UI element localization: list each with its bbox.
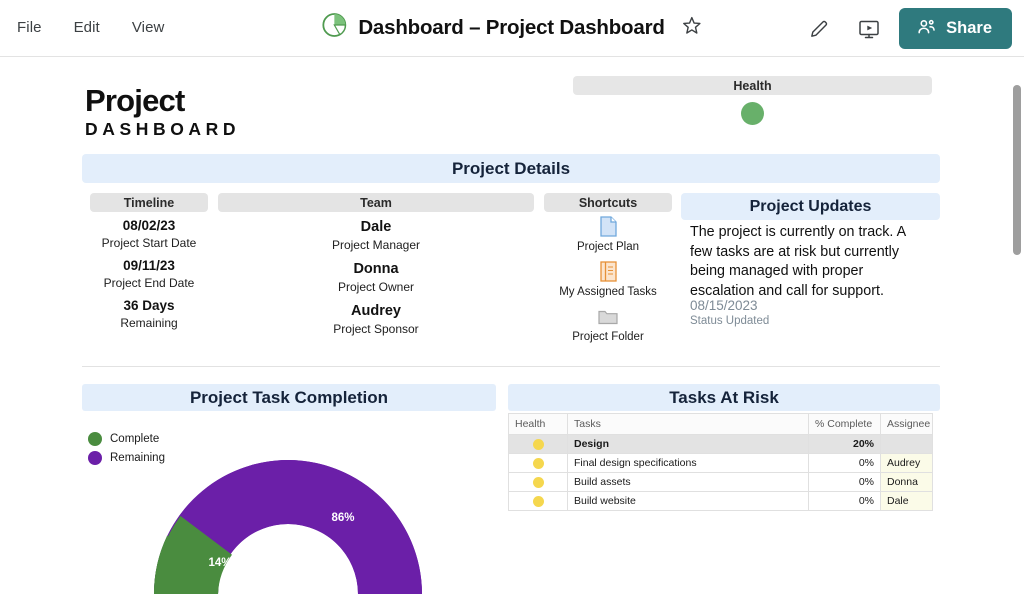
section-divider (82, 366, 940, 367)
cell-task: Design (568, 435, 809, 454)
star-outline-icon[interactable] (682, 15, 703, 41)
tasks-at-risk-table: Health Tasks % Complete Assignee Design2… (508, 413, 933, 511)
gauge-label-remaining: 86% (331, 512, 354, 524)
cell-task: Final design specifications (568, 454, 809, 473)
brand-block: Project DASHBOARD (85, 84, 240, 140)
gauge-label-complete: 14% (208, 557, 231, 569)
menu-bar: File Edit View (14, 17, 167, 38)
health-dot-icon (533, 477, 544, 488)
share-label: Share (946, 19, 992, 38)
team-column: Dale Project Manager Donna Project Owner… (218, 217, 534, 343)
scrollbar-thumb[interactable] (1013, 85, 1021, 255)
cell-percent-complete: 0% (809, 473, 881, 492)
cell-health (509, 435, 568, 454)
cell-percent-complete: 20% (809, 435, 881, 454)
table-row[interactable]: Build website0%Dale (509, 492, 933, 511)
folder-icon (544, 303, 672, 329)
brand-line-1: Project (85, 84, 240, 118)
project-start-date-label: Project Start Date (90, 235, 208, 252)
cell-assignee: Audrey (881, 454, 933, 473)
status-updated-date: 08/15/2023 (690, 297, 758, 315)
health-header: Health (573, 76, 932, 95)
project-end-date-value: 09/11/23 (90, 257, 208, 275)
task-completion-gauge: 86% 14% (147, 453, 429, 594)
project-updates-header: Project Updates (681, 193, 940, 220)
project-updates-body: The project is currently on track. A few… (690, 223, 912, 301)
timeline-column: 08/02/23 Project Start Date 09/11/23 Pro… (90, 217, 208, 337)
column-header-health: Health (509, 414, 568, 435)
days-remaining-label: Remaining (90, 315, 208, 332)
team-member-name: Donna (218, 259, 534, 279)
menu-file[interactable]: File (14, 17, 45, 38)
menu-view[interactable]: View (129, 17, 168, 38)
table-row[interactable]: Design20% (509, 435, 933, 454)
shortcut-label: My Assigned Tasks (544, 284, 672, 301)
status-updated-label: Status Updated (690, 315, 769, 327)
column-header-assignee: Assignee (881, 414, 933, 435)
cell-assignee: Donna (881, 473, 933, 492)
cell-percent-complete: 0% (809, 454, 881, 473)
task-completion-header: Project Task Completion (82, 384, 496, 411)
shortcut-my-assigned-tasks[interactable]: My Assigned Tasks (544, 258, 672, 301)
pencil-icon[interactable] (799, 9, 839, 49)
project-details-header: Project Details (82, 154, 940, 183)
team-member-name: Audrey (218, 301, 534, 321)
cell-task: Build assets (568, 473, 809, 492)
legend-item-complete: Complete (88, 432, 165, 446)
shortcut-project-plan[interactable]: Project Plan (544, 213, 672, 256)
project-start-date-value: 08/02/23 (90, 217, 208, 235)
health-dot-icon (533, 439, 544, 450)
app-toolbar: File Edit View Dashboard – Project Dashb… (0, 0, 1024, 57)
timeline-header: Timeline (90, 193, 208, 212)
cell-assignee: Dale (881, 492, 933, 511)
document-title-area: Dashboard – Project Dashboard (321, 12, 702, 43)
cell-percent-complete: 0% (809, 492, 881, 511)
cell-health (509, 473, 568, 492)
tasks-at-risk-header: Tasks At Risk (508, 384, 940, 411)
gauge-slices (154, 460, 422, 594)
health-status-indicator (741, 102, 764, 125)
health-dot-icon (533, 458, 544, 469)
shortcut-project-folder[interactable]: Project Folder (544, 303, 672, 346)
team-member-name: Dale (218, 217, 534, 237)
share-button[interactable]: Share (899, 8, 1012, 49)
legend-label: Complete (110, 433, 159, 445)
menu-edit[interactable]: Edit (71, 17, 103, 38)
toolbar-actions: Share (799, 8, 1012, 49)
days-remaining-value: 36 Days (90, 297, 208, 315)
document-icon (544, 213, 672, 239)
pie-chart-icon (321, 12, 347, 43)
table-header-row: Health Tasks % Complete Assignee (509, 414, 933, 435)
shortcuts-header: Shortcuts (544, 193, 672, 212)
cell-task: Build website (568, 492, 809, 511)
cell-assignee (881, 435, 933, 454)
team-member-role: Project Owner (218, 279, 534, 296)
team-header: Team (218, 193, 534, 212)
table-row[interactable]: Final design specifications0%Audrey (509, 454, 933, 473)
team-member-role: Project Sponsor (218, 321, 534, 338)
cell-health (509, 492, 568, 511)
vertical-scrollbar[interactable] (1010, 57, 1024, 594)
column-header-tasks: Tasks (568, 414, 809, 435)
table-row[interactable]: Build assets0%Donna (509, 473, 933, 492)
shortcuts-column: Project Plan My Assigned Tasks Project F… (544, 213, 672, 348)
shortcut-label: Project Folder (544, 329, 672, 346)
shortcut-label: Project Plan (544, 239, 672, 256)
column-header-pct: % Complete (809, 414, 881, 435)
legend-swatch-complete (88, 432, 102, 446)
project-end-date-label: Project End Date (90, 275, 208, 292)
page-title: Dashboard – Project Dashboard (358, 16, 664, 40)
team-member-role: Project Manager (218, 237, 534, 254)
present-screen-icon[interactable] (849, 9, 889, 49)
brand-line-2: DASHBOARD (85, 118, 240, 140)
cell-health (509, 454, 568, 473)
notebook-icon (544, 258, 672, 284)
people-icon (916, 16, 937, 42)
legend-swatch-remaining (88, 451, 102, 465)
health-dot-icon (533, 496, 544, 507)
dashboard-canvas: Project DASHBOARD Health Project Details… (0, 57, 1012, 594)
